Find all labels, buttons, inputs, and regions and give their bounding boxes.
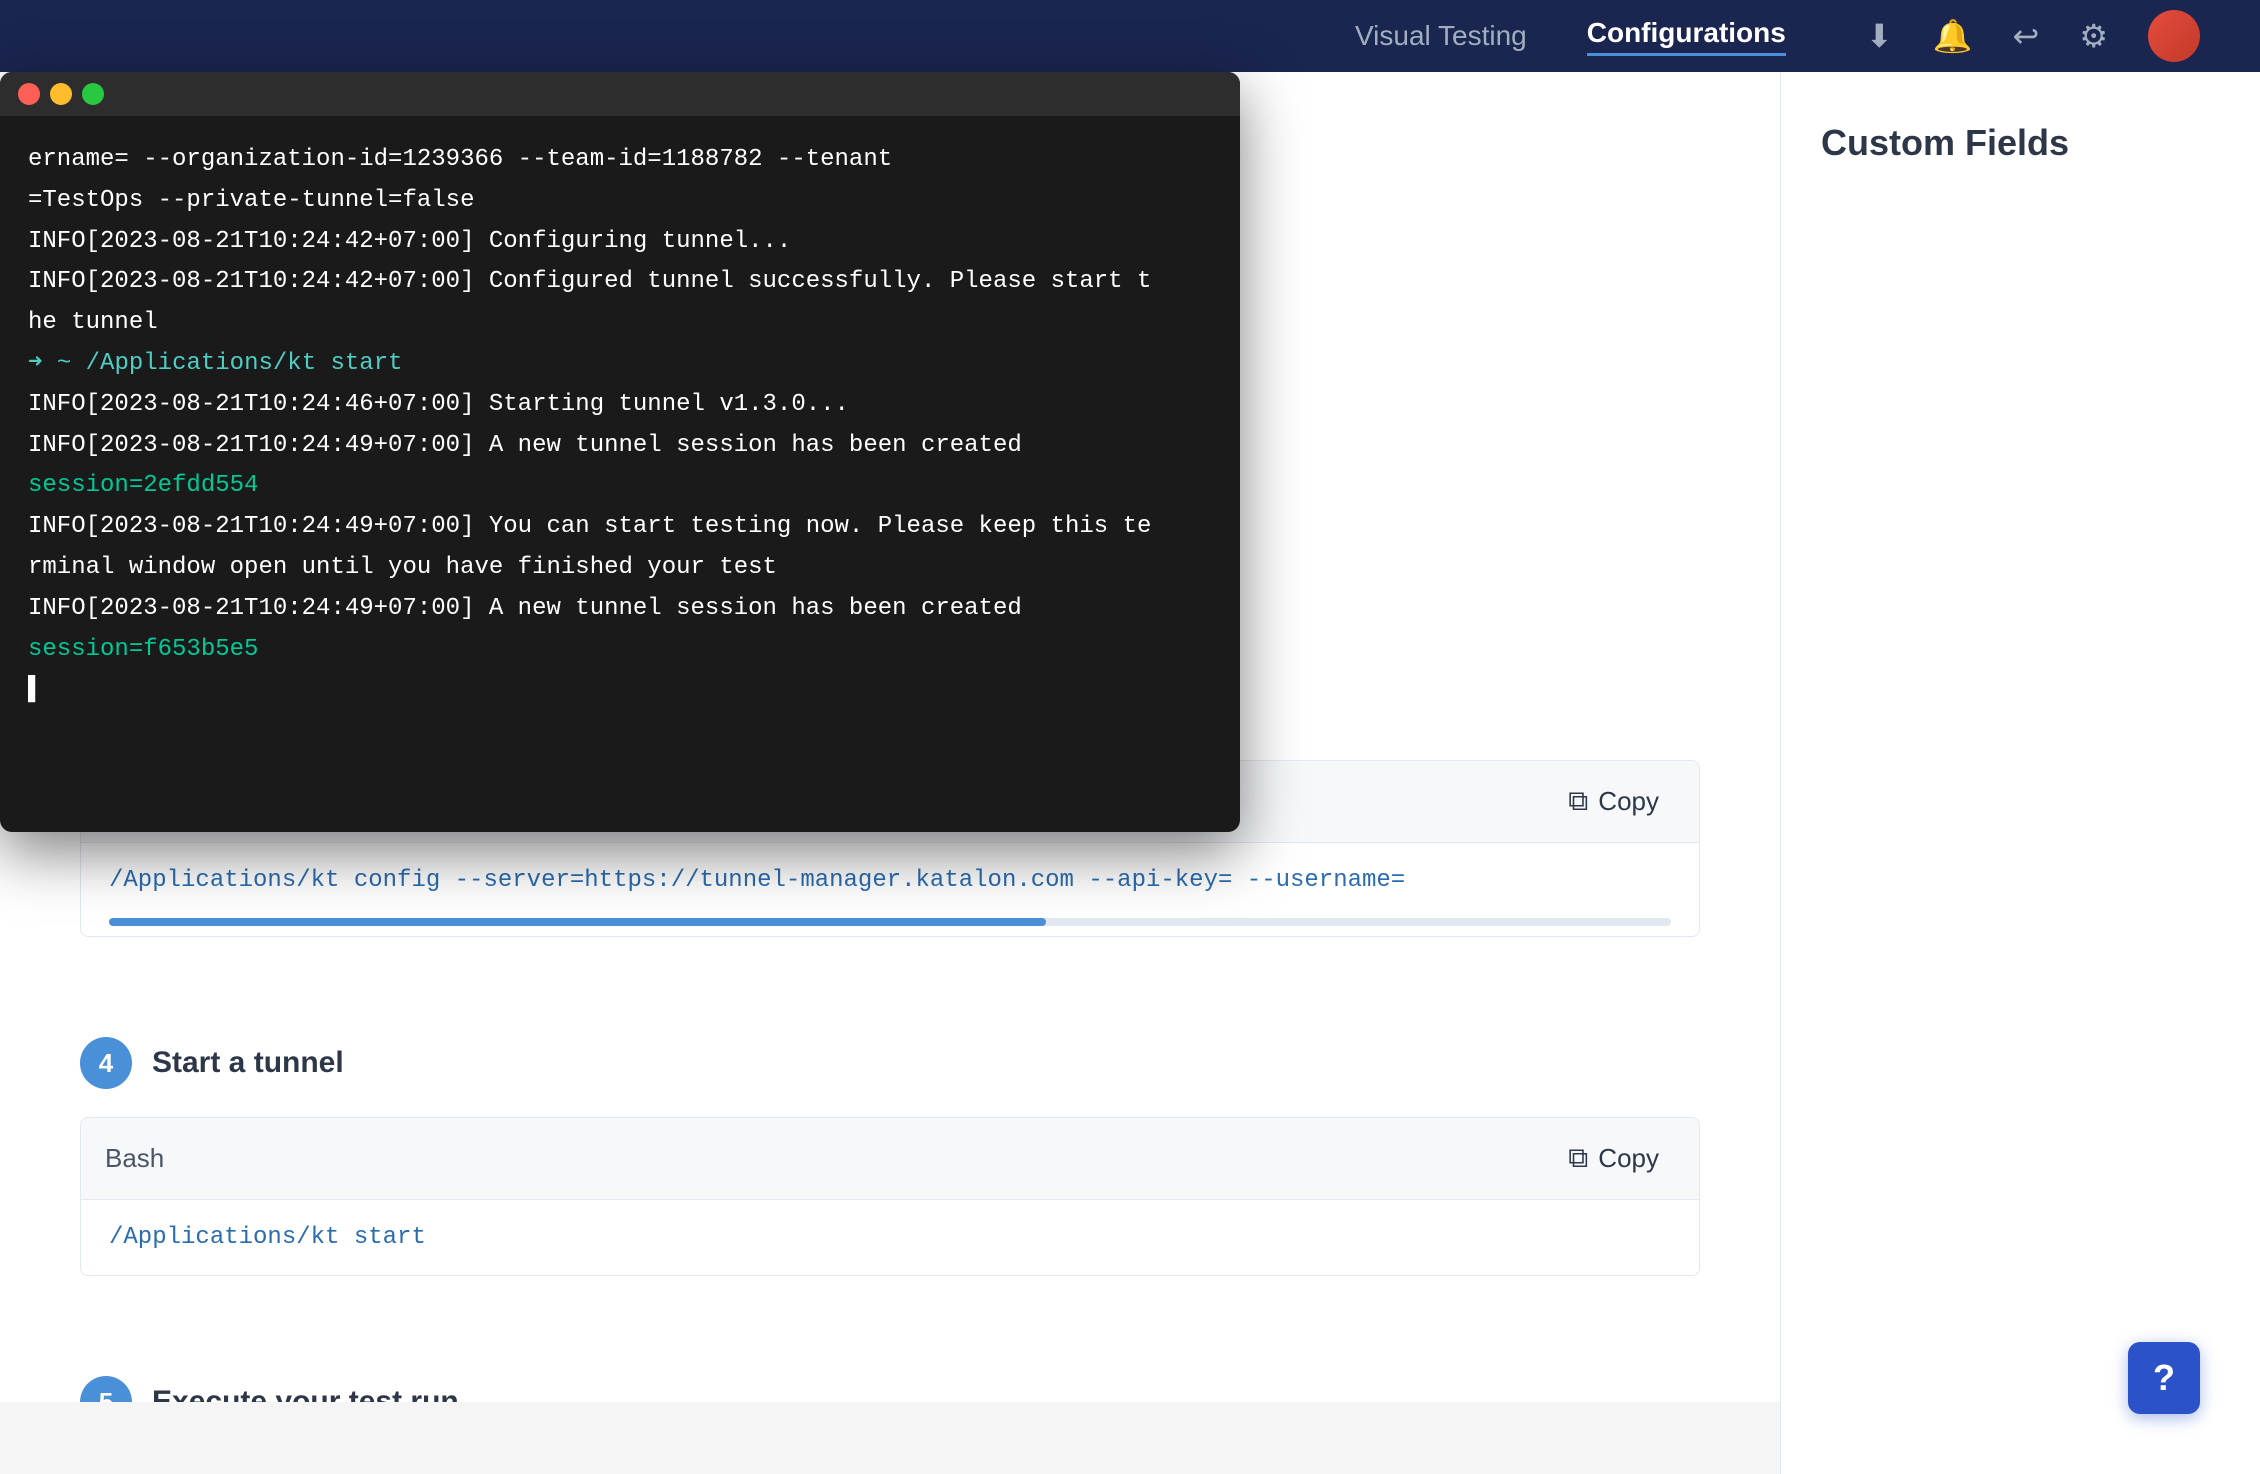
terminal-line-8: INFO[2023-08-21T10:24:49+07:00] A new tu… [28,426,1212,467]
right-sidebar: Custom Fields [1780,72,2260,1474]
terminal-line-9: session=2efdd554 [28,466,1212,507]
top-navigation: Visual Testing Configurations ⬇ 🔔 ↩ ⚙ [0,0,2260,72]
nav-configurations[interactable]: Configurations [1587,17,1786,56]
step4-section: 4 Start a tunnel Bash ⧉ Copy /Applicatio… [0,997,1780,1336]
step5-header: 5 Execute your test run [80,1376,1700,1402]
step5-section: 5 Execute your test run After the TestCl… [0,1336,1780,1402]
step4-code-block: Bash ⧉ Copy /Applications/kt start [80,1117,1700,1276]
nav-icons: ⬇ 🔔 ↩ ⚙ [1866,10,2200,62]
step4-code-header: Bash ⧉ Copy [81,1118,1699,1200]
terminal-minimize-btn[interactable] [50,83,72,105]
step4-lang-label: Bash [105,1143,164,1174]
nav-visual-testing[interactable]: Visual Testing [1355,20,1527,52]
history-icon[interactable]: ↩ [2013,17,2040,55]
nav-links: Visual Testing Configurations [1355,17,1786,56]
terminal-line-6: ➜ ~ /Applications/kt start [28,344,1212,385]
step4-code-text: /Applications/kt start [109,1224,426,1251]
terminal-body: ername= --organization-id=1239366 --team… [0,116,1240,832]
step3-code-text: /Applications/kt config --server=https:/… [109,867,1405,894]
step3-code-content: /Applications/kt config --server=https:/… [81,843,1699,918]
help-label: ? [2153,1357,2175,1399]
step5-title: Execute your test run [152,1385,459,1402]
step4-code-content: /Applications/kt start [81,1200,1699,1275]
terminal-cursor: ▌ [28,670,1212,711]
terminal-line-1: ername= --organization-id=1239366 --team… [28,140,1212,181]
step4-number: 4 [80,1037,132,1089]
help-button[interactable]: ? [2128,1342,2200,1414]
terminal-line-5: he tunnel [28,303,1212,344]
download-icon[interactable]: ⬇ [1866,17,1893,55]
terminal-line-7: INFO[2023-08-21T10:24:46+07:00] Starting… [28,385,1212,426]
terminal-line-2: =TestOps --private-tunnel=false [28,181,1212,222]
step4-title: Start a tunnel [152,1046,344,1080]
step3-scrollbar-thumb [109,918,1046,926]
copy-icon-3: ⧉ [1568,785,1588,818]
avatar[interactable] [2148,10,2200,62]
step4-header: 4 Start a tunnel [80,1037,1700,1089]
terminal-line-12: INFO[2023-08-21T10:24:49+07:00] A new tu… [28,589,1212,630]
step3-copy-button[interactable]: ⧉ Copy [1552,777,1675,826]
bell-icon[interactable]: 🔔 [1933,17,1973,55]
step5-number: 5 [80,1376,132,1402]
step3-scrollbar[interactable] [109,918,1671,926]
terminal-line-4: INFO[2023-08-21T10:24:42+07:00] Configur… [28,262,1212,303]
step4-copy-button[interactable]: ⧉ Copy [1552,1134,1675,1183]
settings-icon[interactable]: ⚙ [2079,17,2108,55]
terminal-window: ername= --organization-id=1239366 --team… [0,72,1240,832]
terminal-line-11: rminal window open until you have finish… [28,548,1212,589]
terminal-maximize-btn[interactable] [82,83,104,105]
step3-copy-label: Copy [1598,786,1659,817]
step4-copy-label: Copy [1598,1143,1659,1174]
terminal-titlebar [0,72,1240,116]
terminal-line-3: INFO[2023-08-21T10:24:42+07:00] Configur… [28,222,1212,263]
terminal-line-10: INFO[2023-08-21T10:24:49+07:00] You can … [28,507,1212,548]
terminal-line-13: session=f653b5e5 [28,630,1212,671]
terminal-close-btn[interactable] [18,83,40,105]
sidebar-custom-fields-title: Custom Fields [1821,122,2220,164]
copy-icon-4: ⧉ [1568,1142,1588,1175]
